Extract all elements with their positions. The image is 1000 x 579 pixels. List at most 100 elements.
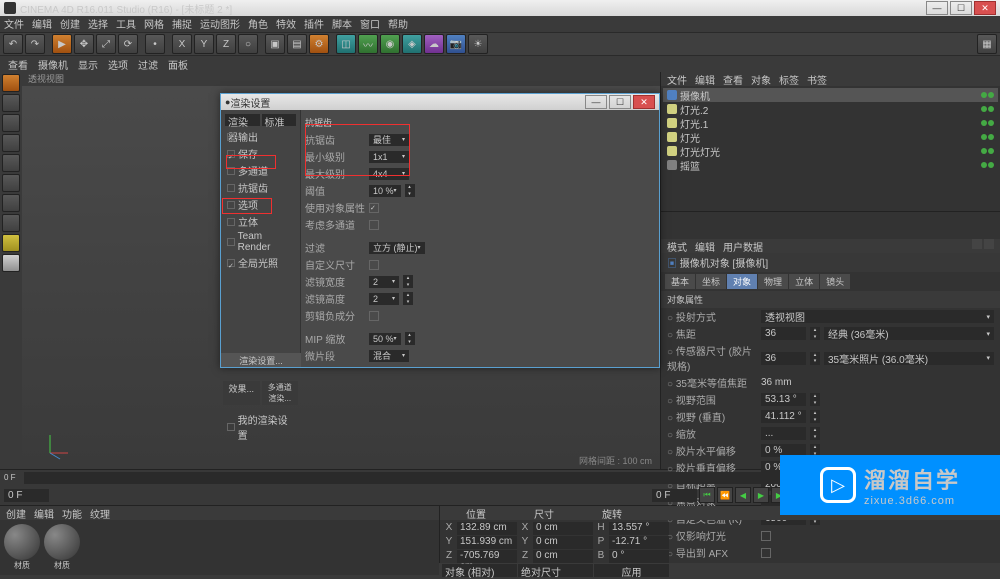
menu-item[interactable]: 文件: [4, 16, 24, 32]
prev-key-button[interactable]: ⏪: [717, 487, 733, 503]
render-category-item[interactable]: 全局光照: [223, 254, 298, 271]
mat-tab[interactable]: 功能: [62, 506, 82, 520]
viewport-menu-item[interactable]: 过滤: [138, 57, 158, 72]
param-dropdown[interactable]: 立方 (静止): [369, 242, 425, 254]
om-item[interactable]: 灯光.2: [663, 102, 998, 116]
render-dot[interactable]: [988, 134, 994, 140]
render-dot[interactable]: [988, 120, 994, 126]
menu-item[interactable]: 脚本: [332, 16, 352, 32]
param-input[interactable]: 10 %: [369, 185, 401, 197]
om-tab[interactable]: 对象: [751, 72, 771, 86]
attr-subtab[interactable]: 物理: [758, 274, 788, 289]
goto-start-button[interactable]: ⏮: [699, 487, 715, 503]
render-view-button[interactable]: ▣: [265, 34, 285, 54]
tl-frame-cur[interactable]: 0 F: [652, 489, 697, 502]
select-tool[interactable]: ▶: [52, 34, 72, 54]
menu-item[interactable]: 工具: [116, 16, 136, 32]
attrs-tab[interactable]: 用户数据: [723, 239, 763, 253]
attr-input[interactable]: 36: [761, 327, 806, 340]
mat-tab[interactable]: 纹理: [90, 506, 110, 520]
spinner[interactable]: ▴▾: [810, 327, 820, 340]
spinner[interactable]: ▴▾: [403, 275, 413, 288]
x-axis-button[interactable]: X: [172, 34, 192, 54]
render-picture-button[interactable]: ▤: [287, 34, 307, 54]
spinner[interactable]: ▴▾: [810, 427, 820, 440]
menu-item[interactable]: 帮助: [388, 16, 408, 32]
checkbox-icon[interactable]: [227, 167, 235, 175]
dlg-min-button[interactable]: —: [585, 95, 607, 109]
coord-mode-dropdown[interactable]: 对象 (相对): [442, 564, 517, 577]
checkbox-icon[interactable]: [227, 150, 235, 158]
redo-button[interactable]: ↷: [25, 34, 45, 54]
menu-item[interactable]: 创建: [60, 16, 80, 32]
spinner[interactable]: ▴▾: [810, 410, 820, 423]
attr-subtab[interactable]: 对象: [727, 274, 757, 289]
menu-item[interactable]: 窗口: [360, 16, 380, 32]
attr-input[interactable]: 41.112 °: [761, 410, 806, 423]
rotate-tool[interactable]: ⟳: [118, 34, 138, 54]
scale-tool[interactable]: ⤢: [96, 34, 116, 54]
material-preview[interactable]: [44, 524, 80, 560]
attr-dropdown[interactable]: 35毫米照片 (36.0毫米): [824, 352, 994, 365]
effect-button[interactable]: 效果...: [223, 381, 260, 405]
coord-apply-button[interactable]: 应用: [594, 564, 669, 577]
enable-axis-button[interactable]: [2, 194, 20, 212]
nav-prev-icon[interactable]: [972, 239, 982, 249]
render-dot[interactable]: [988, 162, 994, 168]
param-checkbox[interactable]: [369, 311, 379, 321]
generator-button[interactable]: ◉: [380, 34, 400, 54]
coord-input[interactable]: 132.89 cm: [457, 522, 517, 535]
mat-tab[interactable]: 创建: [6, 506, 26, 520]
viewport-menu-item[interactable]: 选项: [108, 57, 128, 72]
workplane-button[interactable]: [2, 254, 20, 272]
om-tab[interactable]: 标签: [779, 72, 799, 86]
attr-subtab[interactable]: 立体: [789, 274, 819, 289]
visibility-dot[interactable]: [981, 120, 987, 126]
menu-item[interactable]: 选择: [88, 16, 108, 32]
point-mode-button[interactable]: [2, 134, 20, 152]
attr-subtab[interactable]: 基本: [665, 274, 695, 289]
dialog-footer-button[interactable]: 渲染设置...: [221, 353, 301, 367]
attr-dropdown[interactable]: 透视视图: [761, 310, 994, 323]
workplane-mode-button[interactable]: [2, 114, 20, 132]
model-mode-button[interactable]: [2, 74, 20, 92]
param-input[interactable]: 2: [369, 276, 399, 288]
visibility-dot[interactable]: [981, 106, 987, 112]
dialog-titlebar[interactable]: ● 渲染设置 — ☐ ✕: [221, 94, 659, 110]
param-input[interactable]: 50 %: [369, 333, 401, 345]
visibility-dot[interactable]: [981, 134, 987, 140]
menu-item[interactable]: 特效: [276, 16, 296, 32]
render-category-item[interactable]: 选项: [223, 196, 298, 213]
om-item[interactable]: 摄像机: [663, 88, 998, 102]
om-body[interactable]: 摄像机灯光.2灯光.1灯光灯光灯光摇篮: [661, 86, 1000, 211]
render-category-item[interactable]: 抗锯齿: [223, 179, 298, 196]
render-category-item[interactable]: 保存: [223, 145, 298, 162]
world-axis-button[interactable]: ○: [238, 34, 258, 54]
menu-item[interactable]: 角色: [248, 16, 268, 32]
render-settings-button[interactable]: ⚙: [309, 34, 329, 54]
mat-body[interactable]: 材质 材质: [0, 520, 439, 575]
polygon-mode-button[interactable]: [2, 174, 20, 192]
cube-primitive[interactable]: ◫: [336, 34, 356, 54]
om-item[interactable]: 灯光.1: [663, 116, 998, 130]
viewport-solo-button[interactable]: [2, 214, 20, 232]
renderer-dropdown[interactable]: 渲染器: [225, 114, 260, 126]
om-tab[interactable]: 查看: [723, 72, 743, 86]
param-dropdown[interactable]: 最佳: [369, 134, 409, 146]
material-preview[interactable]: [4, 524, 40, 560]
param-checkbox[interactable]: [369, 220, 379, 230]
param-dropdown[interactable]: 混合: [369, 350, 409, 362]
camera-button[interactable]: 📷: [446, 34, 466, 54]
spinner[interactable]: ▴▾: [403, 292, 413, 305]
coord-input[interactable]: 0 °: [609, 550, 669, 563]
y-axis-button[interactable]: Y: [194, 34, 214, 54]
render-dot[interactable]: [988, 92, 994, 98]
light-button[interactable]: ☀: [468, 34, 488, 54]
texture-mode-button[interactable]: [2, 94, 20, 112]
om-tab[interactable]: 书签: [807, 72, 827, 86]
menu-item[interactable]: 运动图形: [200, 16, 240, 32]
attr-subtab[interactable]: 镜头: [820, 274, 850, 289]
recent-tool[interactable]: •: [145, 34, 165, 54]
attr-dropdown[interactable]: 经典 (36毫米): [824, 327, 994, 340]
move-tool[interactable]: ✥: [74, 34, 94, 54]
